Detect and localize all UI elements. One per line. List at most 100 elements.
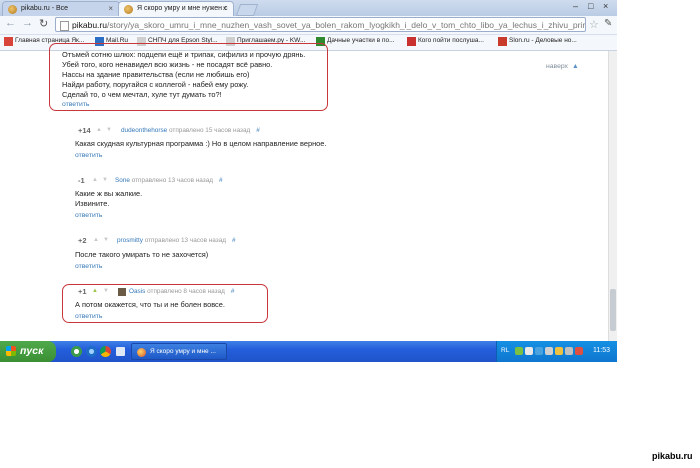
arrow-up-icon: ▲ xyxy=(571,63,579,70)
permalink-hash[interactable]: # xyxy=(256,127,260,134)
comment-text: Извините. xyxy=(75,199,110,208)
comment-text: А потом окажется, что ты и не болен вовс… xyxy=(75,300,225,309)
bookmark-item[interactable]: Кого пойти послуша... xyxy=(407,37,484,46)
comment-meta: dudeonthehorse отправлено 15 часов назад… xyxy=(121,127,260,134)
back-icon[interactable]: ← xyxy=(5,17,16,29)
quoted-comment-line: Убей того, кого ненавидел всю жизнь - не… xyxy=(62,60,273,69)
utorrent-icon[interactable] xyxy=(71,346,82,357)
red-circle-icon xyxy=(407,37,416,46)
scrollbar-thumb[interactable] xyxy=(610,289,616,331)
permalink-hash[interactable]: # xyxy=(231,288,235,295)
url-host: pikabu.ru xyxy=(72,20,107,30)
pikabu-favicon-icon xyxy=(124,5,133,14)
forward-icon[interactable]: → xyxy=(22,17,33,29)
quoted-comment-line: Найди работу, поругайся с коллегой - наб… xyxy=(62,80,249,89)
chrome-icon xyxy=(137,348,146,357)
reply-link[interactable]: ответить xyxy=(75,212,102,219)
address-bar[interactable]: pikabu.ru/story/ya_skoro_umru_i_mne_nuzh… xyxy=(55,17,586,32)
vote-up-icon[interactable]: ▲ xyxy=(93,237,99,243)
bookmark-item[interactable]: Дачные участки в по... xyxy=(316,37,395,46)
bookmark-label: Кого пойти послуша... xyxy=(418,37,484,44)
windows-logo-icon xyxy=(6,346,16,356)
tray-icon[interactable] xyxy=(515,347,523,355)
reply-link[interactable]: ответить xyxy=(62,101,89,108)
screenshot: pikabu.ru - Все × Я скоро умру и мне нуж… xyxy=(0,0,617,362)
taskbar-window-button[interactable]: Я скоро умру и мне ... xyxy=(131,343,227,360)
vote-up-icon[interactable]: ▲ xyxy=(92,288,98,294)
comment-text: Какие ж вы жалкие. xyxy=(75,189,143,198)
close-window-icon[interactable]: × xyxy=(603,1,608,11)
bookmark-label: Дачные участки в по... xyxy=(327,37,395,44)
page-content: Отъмей сотню шлюх: подцепи ещё и трипак,… xyxy=(0,43,617,341)
url-path: /story/ya_skoro_umru_i_mne_nuzhen_vash_s… xyxy=(106,20,586,30)
permalink-hash[interactable]: # xyxy=(219,177,223,184)
comment-meta: prosmitty отправлено 13 часов назад # xyxy=(117,237,236,244)
wrench-icon[interactable]: ✎ xyxy=(604,18,612,29)
bookmark-item[interactable]: Slon.ru - Деловые но... xyxy=(498,37,577,46)
vote-down-icon[interactable]: ▼ xyxy=(103,237,109,243)
reply-link[interactable]: ответить xyxy=(75,263,102,270)
bookmark-star-icon[interactable]: ☆ xyxy=(589,18,599,31)
comment-author[interactable]: Oasis xyxy=(129,288,145,295)
volume-icon[interactable] xyxy=(565,347,573,355)
start-button[interactable]: пуск xyxy=(0,341,56,362)
quoted-comment-line: Нассы на здание правительства (если не л… xyxy=(62,70,250,79)
scroll-to-top-label: наверх xyxy=(546,63,568,70)
maximize-icon[interactable]: □ xyxy=(588,1,593,11)
comment-text: Какая скудная культурная программа :) Но… xyxy=(75,139,327,148)
tab-strip: pikabu.ru - Все × Я скоро умру и мне нуж… xyxy=(0,0,617,16)
comment-meta: Oasis отправлено 8 часов назад # xyxy=(129,288,234,295)
reload-icon[interactable]: ↻ xyxy=(39,17,48,30)
comment-score: -1 xyxy=(78,176,85,185)
yandex-icon xyxy=(4,37,13,46)
watermark: pikabu.ru xyxy=(652,451,693,461)
tab-active-story[interactable]: Я скоро умру и мне нужен с × xyxy=(118,1,234,16)
tab-pikabu-all[interactable]: pikabu.ru - Все × xyxy=(2,1,120,16)
slon-icon xyxy=(498,37,507,46)
reply-link[interactable]: ответить xyxy=(75,152,102,159)
comment-time: отправлено 15 часов назад xyxy=(168,127,251,134)
tray-icon[interactable] xyxy=(535,347,543,355)
chrome-icon[interactable] xyxy=(100,346,111,357)
toolbar: ← → ↻ pikabu.ru/story/ya_skoro_umru_i_mn… xyxy=(0,16,617,35)
vote-up-icon[interactable]: ▲ xyxy=(96,127,102,133)
vote-up-icon[interactable]: ▲ xyxy=(92,177,98,183)
vertical-scrollbar[interactable] xyxy=(608,51,617,341)
minimize-icon[interactable]: – xyxy=(573,1,578,11)
new-tab-button[interactable] xyxy=(235,4,259,16)
page-icon xyxy=(60,21,69,31)
close-icon[interactable]: × xyxy=(108,4,113,13)
quoted-comment-line: Сделай то, о чем мечтал, хуле тут думать… xyxy=(62,90,222,99)
taskbar: пуск Я скоро умру и мне ... RL 11:53 xyxy=(0,341,617,362)
permalink-hash[interactable]: # xyxy=(232,237,236,244)
tray-icon[interactable] xyxy=(555,347,563,355)
comment-text: После такого умирать то не захочется) xyxy=(75,250,209,259)
vote-down-icon[interactable]: ▼ xyxy=(102,177,108,183)
comment-time: отправлено 13 часов назад xyxy=(131,177,214,184)
comment-author[interactable]: dudeonthehorse xyxy=(121,127,167,134)
language-indicator[interactable]: RL xyxy=(501,347,509,354)
reply-link[interactable]: ответить xyxy=(75,313,102,320)
system-tray: RL 11:53 xyxy=(496,341,617,362)
show-desktop-icon[interactable] xyxy=(116,347,125,356)
tray-icon[interactable] xyxy=(525,347,533,355)
comment-author[interactable]: prosmitty xyxy=(117,237,143,244)
vote-down-icon[interactable]: ▼ xyxy=(103,288,109,294)
tab-label: Я скоро умру и мне нужен с xyxy=(137,5,228,12)
comment-time: отправлено 13 часов назад xyxy=(144,237,226,244)
clock: 11:53 xyxy=(593,347,610,354)
comment-meta: Sone отправлено 13 часов назад # xyxy=(115,177,223,184)
start-label: пуск xyxy=(20,345,44,357)
quoted-comment-line: Отъмей сотню шлюх: подцепи ещё и трипак,… xyxy=(62,50,306,59)
vote-down-icon[interactable]: ▼ xyxy=(106,127,112,133)
close-icon[interactable]: × xyxy=(222,4,227,13)
tray-icon[interactable] xyxy=(575,347,583,355)
comment-author[interactable]: Sone xyxy=(115,177,130,184)
comment-score: +1 xyxy=(78,287,87,296)
tray-icon[interactable] xyxy=(545,347,553,355)
browser-icon[interactable] xyxy=(86,346,97,357)
comment-score: +2 xyxy=(78,236,87,245)
bookmark-label: Slon.ru - Деловые но... xyxy=(509,37,577,44)
tab-label: pikabu.ru - Все xyxy=(21,5,69,12)
scroll-to-top-link[interactable]: наверх ▲ xyxy=(546,63,579,70)
